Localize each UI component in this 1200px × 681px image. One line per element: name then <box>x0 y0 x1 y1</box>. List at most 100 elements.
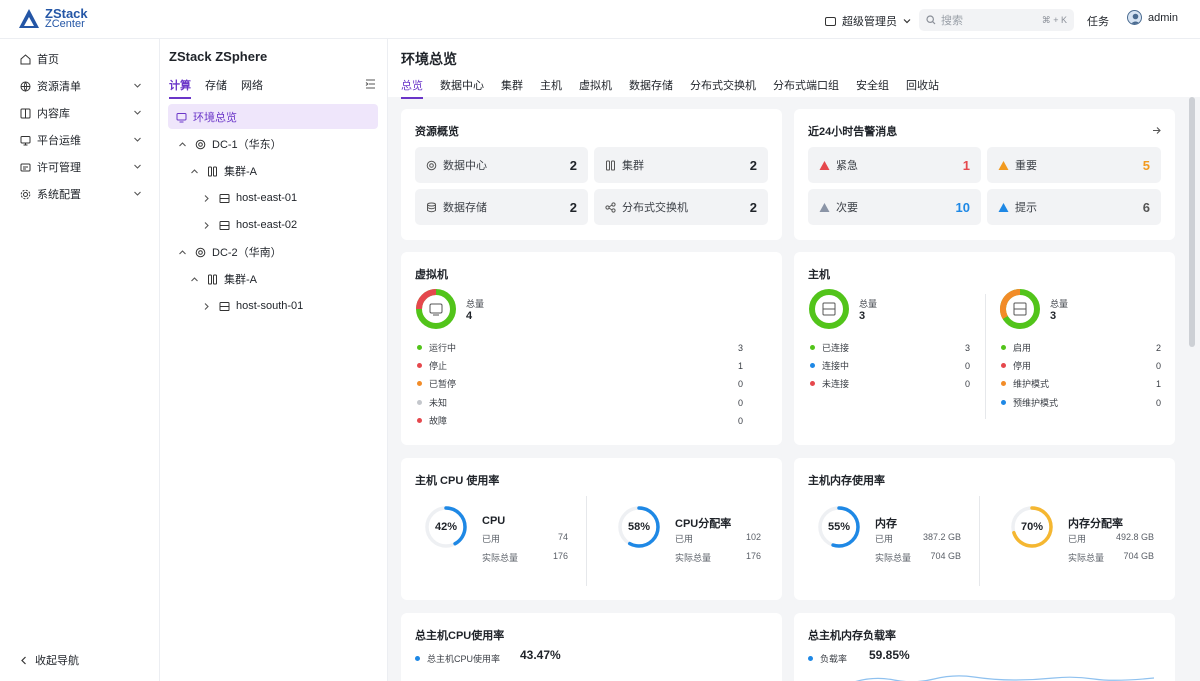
tree-node-label: host-east-02 <box>236 219 298 231</box>
role-label: 超级管理员 <box>842 16 897 28</box>
nav-item-library[interactable]: 内容库 <box>20 105 144 121</box>
tree-node-cluster2[interactable]: 集群-A <box>190 271 257 287</box>
nav-item-settings[interactable]: 系统配置 <box>20 186 144 202</box>
main-scrollbar[interactable] <box>1189 97 1195 347</box>
tree-node-cluster1[interactable]: 集群-A <box>190 163 257 179</box>
nav-item-ops[interactable]: 平台运维 <box>20 132 144 148</box>
gauge-name: CPU分配率 <box>675 518 732 530</box>
tree-node-overview[interactable]: 环境总览 <box>176 109 237 125</box>
tree-node-host2[interactable]: host-east-02 <box>202 217 297 233</box>
tile-value: 2 <box>749 157 757 173</box>
gauge-total-row: 实际总量 176 <box>482 551 568 563</box>
tile-alert-info[interactable]: 提示 6 <box>987 189 1161 225</box>
tree-node-label: 环境总览 <box>193 112 237 124</box>
tile-label: 紧急 <box>836 160 858 172</box>
avatar <box>1127 10 1142 25</box>
tile-alert-minor[interactable]: 次要 10 <box>808 189 981 225</box>
app-logo[interactable]: ZStack ZCenter <box>18 7 88 30</box>
nav-item-home[interactable]: 首页 <box>20 51 144 67</box>
main-tabs: 总览 数据中心 集群 主机 虚拟机 数据存储 分布式交换机 分布式端口组 安全组… <box>401 77 939 99</box>
tile-datastore[interactable]: 数据存储 2 <box>415 189 588 225</box>
tab-vm[interactable]: 虚拟机 <box>579 77 612 99</box>
chevron-right-icon[interactable] <box>202 194 211 203</box>
tab-host[interactable]: 主机 <box>540 77 562 99</box>
search-input[interactable]: 搜索 ⌘ + K <box>919 9 1074 31</box>
tab-datacenter[interactable]: 数据中心 <box>440 77 484 99</box>
tab-cluster[interactable]: 集群 <box>501 77 523 99</box>
gauge-percent: 55% <box>827 521 851 533</box>
role-selector[interactable]: 超级管理员 <box>825 13 911 29</box>
tree-node-label: 集群-A <box>224 274 257 286</box>
gauge-used-row: 已用 492.8 GB <box>1068 532 1154 544</box>
chevron-up-icon[interactable] <box>190 167 199 176</box>
gauge-cpu_usage-0: 42% CPU 已用 74 实际总量 176 <box>415 500 575 563</box>
chevron-up-icon[interactable] <box>190 275 199 284</box>
tab-dswitch[interactable]: 分布式交换机 <box>690 77 756 99</box>
nav-label: 资源清单 <box>37 81 81 93</box>
role-icon <box>825 16 836 26</box>
search-placeholder: 搜索 <box>941 15 963 27</box>
collapse-nav-button[interactable]: 收起导航 <box>20 652 79 668</box>
tree-node-host3[interactable]: host-south-01 <box>202 298 303 314</box>
tile-datacenter[interactable]: 数据中心 2 <box>415 147 588 183</box>
tree-node-dc1[interactable]: DC-1（华东） <box>178 136 282 152</box>
storage-icon <box>427 202 436 212</box>
mem-divider <box>979 496 980 586</box>
warning-icon <box>819 160 830 170</box>
tree-node-label: host-south-01 <box>236 300 304 312</box>
license-icon <box>20 163 31 171</box>
nav-label: 许可管理 <box>37 162 81 174</box>
zstack-logo-icon <box>19 9 39 28</box>
tab-recycle-bin[interactable]: 回收站 <box>906 77 939 99</box>
tree-tab-compute[interactable]: 计算 <box>169 77 191 99</box>
tile-cluster[interactable]: 集群 2 <box>594 147 768 183</box>
card-title: 总主机CPU使用率 <box>415 630 505 642</box>
tile-dswitch[interactable]: 分布式交换机 2 <box>594 189 768 225</box>
host-legend-connecting: 连接中 0 <box>810 359 970 372</box>
chevron-up-icon[interactable] <box>178 140 187 149</box>
chevron-right-icon[interactable] <box>202 221 211 230</box>
chevron-up-icon[interactable] <box>178 248 187 257</box>
gauge-percent: 42% <box>434 521 458 533</box>
tree-tab-storage[interactable]: 存储 <box>205 77 227 99</box>
switch-icon <box>605 201 616 213</box>
tile-value: 5 <box>1142 157 1150 173</box>
chevron-down-icon <box>134 110 141 115</box>
tile-label: 次要 <box>836 202 858 214</box>
page-title: 环境总览 <box>401 51 457 67</box>
tile-alert-critical[interactable]: 紧急 1 <box>808 147 981 183</box>
tab-portgroup[interactable]: 分布式端口组 <box>773 77 839 99</box>
user-menu[interactable]: admin <box>1127 10 1178 25</box>
collapse-tree-icon[interactable] <box>365 79 376 89</box>
tree-node-dc2[interactable]: DC-2（华南） <box>178 244 282 260</box>
card-title: 主机 CPU 使用率 <box>415 475 500 487</box>
tab-datastore[interactable]: 数据存储 <box>629 77 673 99</box>
tasks-link[interactable]: 任务 <box>1087 13 1109 29</box>
nav-item-license[interactable]: 许可管理 <box>20 159 144 175</box>
card-title: 资源概览 <box>415 126 459 138</box>
search-icon <box>926 15 936 25</box>
memory-usage-card: 主机内存使用率 55% 内存 已用 387.2 GB 实际总量 704 GB 70% 内存分配… <box>794 458 1175 600</box>
chevron-down-icon <box>134 137 141 142</box>
tile-value: 10 <box>955 199 970 215</box>
tree-node-host1[interactable]: host-east-01 <box>202 190 297 206</box>
vm-legend-error: 故障 0 <box>417 414 743 427</box>
tile-label: 分布式交换机 <box>622 202 688 214</box>
tree-tab-network[interactable]: 网络 <box>241 77 263 99</box>
nav-item-resources[interactable]: 资源清单 <box>20 78 144 94</box>
gear-icon <box>20 189 31 199</box>
gauge-total-row: 实际总量 176 <box>675 551 761 563</box>
gauge-used-row: 已用 387.2 GB <box>875 532 961 544</box>
datacenter-icon <box>195 247 206 257</box>
tile-alert-major[interactable]: 重要 5 <box>987 147 1161 183</box>
search-shortcut: ⌘ + K <box>1041 14 1067 25</box>
top-bar: ZStack ZCenter 超级管理员 搜索 ⌘ + K 任务 admin <box>0 0 1200 39</box>
tab-security-group[interactable]: 安全组 <box>856 77 889 99</box>
nav-label: 首页 <box>37 54 59 66</box>
warning-icon <box>998 160 1009 170</box>
arrow-right-icon[interactable] <box>1152 126 1161 135</box>
tab-overview[interactable]: 总览 <box>401 77 423 99</box>
vm-total-label: 总量 <box>466 299 485 309</box>
datacenter-icon <box>195 139 206 149</box>
chevron-right-icon[interactable] <box>202 302 211 311</box>
